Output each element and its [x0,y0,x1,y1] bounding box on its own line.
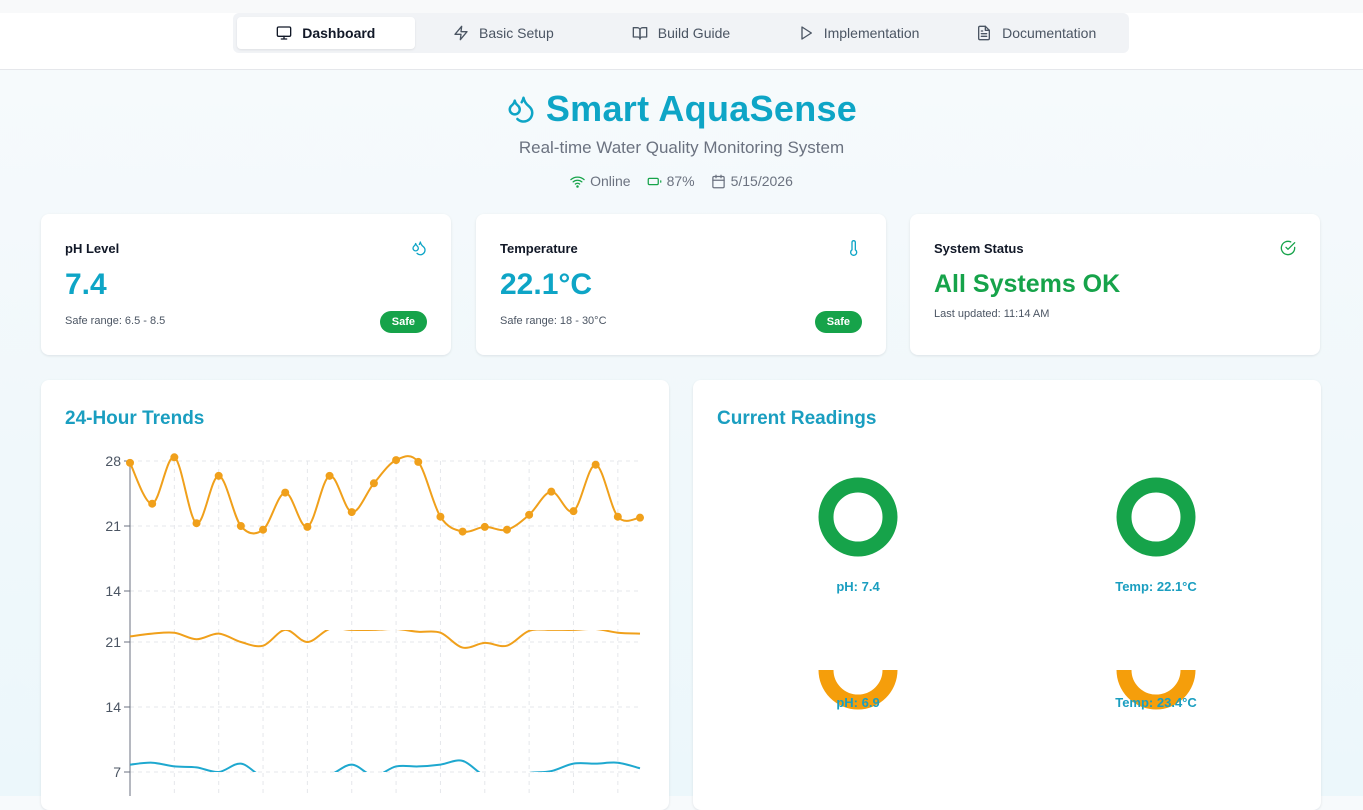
data-point [347,508,356,517]
gauge-label: Temp: 22.1°C [1115,579,1197,594]
calendar-icon [711,174,725,188]
tab-label: Dashboard [302,25,376,41]
data-point [325,471,334,480]
data-point [126,458,134,467]
date-label: 5/15/2026 [730,173,793,189]
page-title-row: Smart AquaSense [0,86,1363,132]
date-status: 5/15/2026 [711,173,793,189]
data-point [236,522,245,530]
ph-level-card: pH Level 7.4 Safe range: 6.5 - 8.5 Safe [41,214,451,355]
data-point [192,519,201,528]
data-point [392,456,401,465]
tab-basic-setup[interactable]: Basic Setup [415,17,593,49]
y-tick-label: 14 [105,583,121,599]
gauge-label: Temp: 23.4°C [1115,695,1197,710]
trends-line-chart: 28 21 14 21 14 7 [105,453,644,796]
data-point [414,457,423,466]
tab-label: Build Guide [657,25,731,41]
data-point [281,488,290,497]
data-point [170,453,179,462]
data-point [591,460,600,469]
y-tick-label: 21 [105,634,121,650]
y-tick-label: 14 [105,699,121,715]
battery-icon [647,177,661,185]
data-point [148,499,157,508]
gauge-label: pH: 6.9 [836,695,880,710]
data-point [259,525,268,534]
droplets-icon [508,96,534,123]
gauge-label: pH: 7.4 [836,579,880,594]
system-status-value: All Systems OK [934,270,1121,298]
wifi-icon [570,176,585,188]
tab-dashboard[interactable]: Dashboard [237,17,415,49]
status-badge: Safe [814,311,862,333]
battery-status: 87% [647,173,695,189]
tab-documentation[interactable]: Documentation [947,17,1125,49]
data-point [525,510,534,519]
gauge-arc [1116,477,1196,557]
data-point [214,471,223,480]
temperature-safe-range: Safe range: 18 - 30°C [500,315,607,327]
data-point [502,525,511,534]
card-title: Temperature [500,241,578,256]
data-point [613,512,622,521]
tab-label: Documentation [1002,25,1097,41]
y-tick-label: 28 [105,453,121,469]
app-title: Smart AquaSense [545,88,858,129]
app-subtitle: Real-time Water Quality Monitoring Syste… [518,138,845,157]
droplets-icon [412,241,426,256]
data-point [636,513,644,522]
series-line [129,630,641,649]
status-row: Online 87% 5/15/2026 [0,171,1363,191]
zap-icon [454,25,468,41]
data-point [569,507,578,516]
gauge-arc [818,477,898,557]
thermometer-icon [850,240,858,256]
play-icon [801,26,812,40]
data-point [458,527,467,536]
top-navigation-bar: Dashboard Basic Setup Build Guide Implem… [0,0,1363,70]
last-updated: Last updated: 11:14 AM [934,308,1050,320]
y-tick-label: 7 [113,764,121,780]
tab-label: Basic Setup [479,25,554,41]
gauge-ring [1116,477,1196,557]
card-title: pH Level [65,241,120,256]
data-point [480,522,489,531]
battery-label: 87% [666,173,695,189]
panel-title: Current Readings [717,408,877,429]
y-tick-label: 21 [105,518,121,534]
ph-safe-range: Safe range: 6.5 - 8.5 [65,315,166,327]
tab-label: Implementation [823,25,920,41]
data-point [369,479,378,488]
temperature-card: Temperature 22.1°C Safe range: 18 - 30°C… [476,214,886,355]
gauge-ring [818,477,898,557]
series-line [129,455,641,535]
tab-implementation[interactable]: Implementation [770,17,948,49]
nav-tabs: Dashboard Basic Setup Build Guide Implem… [233,13,1129,53]
connection-status: Online [570,173,631,189]
monitor-icon [276,26,292,40]
system-status-card: System Status All Systems OK Last update… [910,214,1320,355]
temperature-value: 22.1°C [500,268,593,301]
ph-value: 7.4 [65,268,107,301]
trends-panel: 24-Hour Trends 28 21 14 21 14 7 [41,380,669,810]
connection-label: Online [590,173,631,189]
status-badge: Safe [379,311,427,333]
data-point [303,522,312,531]
series-line [129,759,641,772]
card-title: System Status [934,241,1024,256]
book-icon [632,27,648,40]
check-circle-icon [1280,240,1296,256]
top-strip [0,0,1363,13]
file-text-icon [978,25,991,41]
tab-build-guide[interactable]: Build Guide [592,17,770,49]
current-readings-panel: Current Readings pH: 7.4 Temp: 22.1°C pH: … [693,380,1321,810]
data-point [436,512,445,521]
data-point [547,487,556,496]
